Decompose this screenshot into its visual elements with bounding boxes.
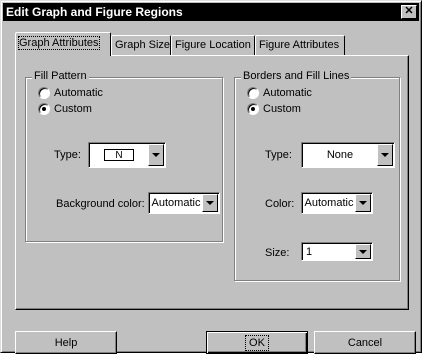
fill-pattern-group-label: Fill Pattern <box>32 70 89 82</box>
fill-type-label: Type: <box>54 149 81 161</box>
border-type-label: Type: <box>265 149 292 161</box>
chevron-down-icon <box>152 153 160 157</box>
tab-figure-location[interactable]: Figure Location <box>171 35 255 55</box>
fill-automatic-radio[interactable]: Automatic <box>38 87 103 99</box>
border-color-select[interactable]: Automatic <box>301 192 373 214</box>
border-color-dropdown-arrow[interactable] <box>355 194 371 212</box>
borders-custom-label: Custom <box>263 103 301 115</box>
radio-unchecked-icon <box>247 87 259 99</box>
radio-checked-icon <box>247 103 259 115</box>
radio-unchecked-icon <box>38 87 50 99</box>
dialog-title: Edit Graph and Figure Regions <box>6 5 183 19</box>
border-size-value: 1 <box>306 245 313 258</box>
tab-figure-attributes[interactable]: Figure Attributes <box>255 35 345 55</box>
border-type-select[interactable]: None <box>301 142 395 168</box>
close-icon[interactable]: ✕ <box>401 5 417 19</box>
fill-type-dropdown-arrow[interactable] <box>148 144 164 166</box>
tab-graph-attributes[interactable]: Graph Attributes <box>15 32 111 56</box>
border-type-value: None <box>326 149 354 161</box>
fill-pattern-group: Fill Pattern Automatic Custom Type: N Ba… <box>25 70 223 242</box>
background-color-label: Background color: <box>56 198 145 210</box>
chevron-down-icon <box>381 153 389 157</box>
borders-custom-radio[interactable]: Custom <box>247 103 301 115</box>
cancel-button[interactable]: Cancel <box>314 331 416 354</box>
borders-group-label: Borders and Fill Lines <box>241 70 352 82</box>
chevron-down-icon <box>206 201 214 205</box>
borders-automatic-radio[interactable]: Automatic <box>247 87 312 99</box>
borders-automatic-label: Automatic <box>263 87 312 99</box>
fill-custom-radio[interactable]: Custom <box>38 103 92 115</box>
edit-regions-dialog: Edit Graph and Figure Regions ✕ Graph At… <box>0 0 422 354</box>
ok-button[interactable]: OK <box>206 331 308 354</box>
border-size-label: Size: <box>265 247 290 259</box>
border-size-select[interactable]: 1 <box>301 242 373 261</box>
radio-checked-icon <box>38 103 50 115</box>
title-bar: Edit Graph and Figure Regions ✕ <box>3 3 419 21</box>
fill-automatic-label: Automatic <box>54 87 103 99</box>
fill-custom-label: Custom <box>54 103 92 115</box>
fill-pattern-swatch: N <box>104 149 134 161</box>
background-color-value: Automatic <box>151 197 201 209</box>
border-size-dropdown-arrow[interactable] <box>355 244 371 259</box>
border-color-value: Automatic <box>304 197 354 209</box>
chevron-down-icon <box>359 249 367 254</box>
help-button[interactable]: Help <box>15 331 117 354</box>
fill-type-select[interactable]: N <box>88 142 166 168</box>
border-type-dropdown-arrow[interactable] <box>377 144 393 166</box>
background-color-dropdown-arrow[interactable] <box>202 194 218 212</box>
background-color-select[interactable]: Automatic <box>148 192 220 214</box>
tab-graph-size[interactable]: Graph Size <box>111 35 171 55</box>
border-color-label: Color: <box>265 198 295 210</box>
borders-group: Borders and Fill Lines Automatic Custom … <box>234 70 400 281</box>
chevron-down-icon <box>359 201 367 205</box>
